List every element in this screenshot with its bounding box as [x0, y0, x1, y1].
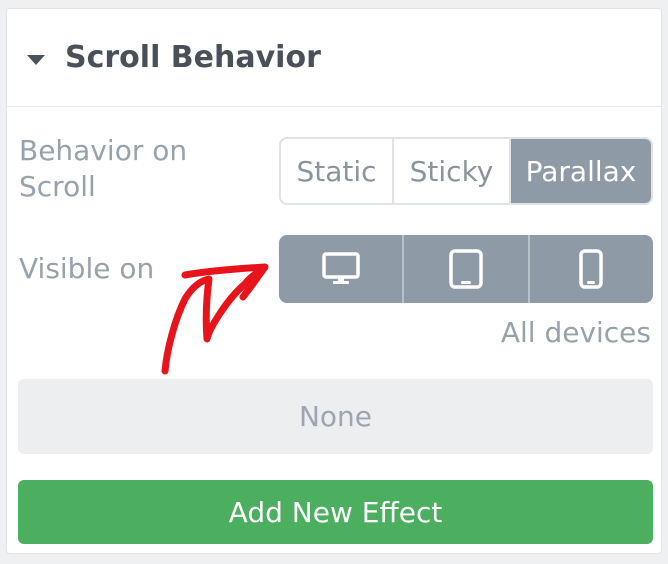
- tablet-icon: [449, 249, 483, 289]
- scroll-behavior-panel: Scroll Behavior Behavior on Scroll Stati…: [6, 8, 662, 554]
- desktop-icon: [321, 252, 360, 284]
- add-new-effect-button[interactable]: Add New Effect: [18, 480, 653, 544]
- desktop-toggle[interactable]: [279, 235, 405, 303]
- option-parallax[interactable]: Parallax: [511, 139, 651, 203]
- add-new-effect-label: Add New Effect: [228, 495, 443, 529]
- behavior-on-scroll-label: Behavior on Scroll: [19, 134, 188, 203]
- section-header[interactable]: Scroll Behavior: [7, 9, 661, 107]
- visible-on-label: Visible on: [19, 252, 155, 285]
- option-static[interactable]: Static: [281, 139, 394, 203]
- red-annotation-arrow: [161, 263, 269, 375]
- effects-empty-state: None: [18, 379, 653, 454]
- caret-down-icon[interactable]: [27, 55, 45, 65]
- section-title: Scroll Behavior: [65, 40, 321, 75]
- mobile-icon: [579, 249, 604, 289]
- tablet-toggle[interactable]: [404, 235, 530, 303]
- mobile-toggle[interactable]: [530, 235, 653, 303]
- devices-caption: All devices: [500, 316, 651, 349]
- scroll-behavior-segmented-control: Static Sticky Parallax: [279, 137, 653, 205]
- device-visibility-control: [279, 235, 653, 303]
- effects-empty-text: None: [298, 400, 373, 433]
- option-sticky[interactable]: Sticky: [394, 139, 511, 203]
